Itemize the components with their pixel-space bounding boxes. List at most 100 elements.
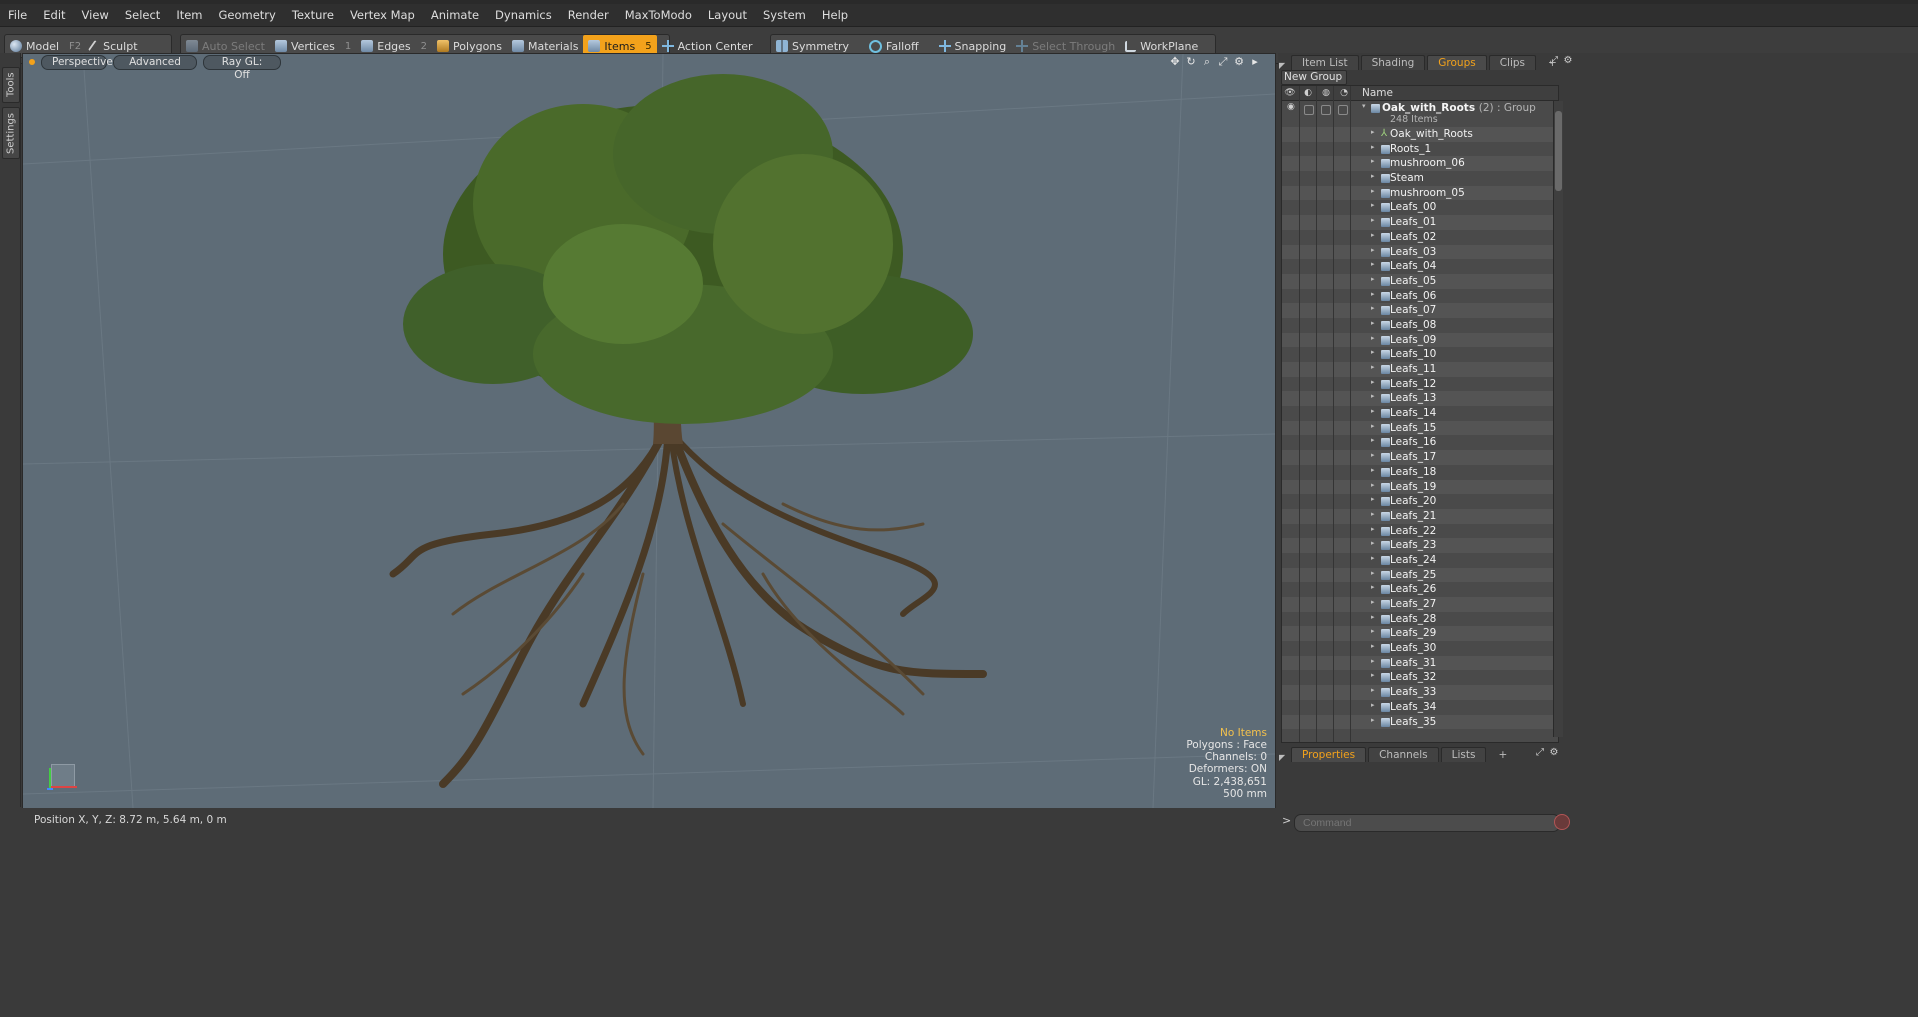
- list-item[interactable]: ▸ Leafs_35: [1282, 714, 1558, 730]
- expand-arrow-icon[interactable]: ▸: [1371, 348, 1375, 356]
- expand-arrow-icon[interactable]: ▸: [1371, 671, 1375, 679]
- menu-dynamics[interactable]: Dynamics: [487, 4, 560, 26]
- expand-arrow-icon[interactable]: ▸: [1371, 143, 1375, 151]
- list-item[interactable]: ▸ Leafs_00: [1282, 200, 1558, 215]
- list-item[interactable]: ▸ Leafs_06: [1282, 289, 1558, 304]
- list-item[interactable]: ▸ Leafs_01: [1282, 215, 1558, 230]
- list-item[interactable]: ▸ Roots_1: [1282, 142, 1558, 157]
- list-item[interactable]: ▸ Leafs_22: [1282, 524, 1558, 539]
- expand-arrow-icon[interactable]: ▸: [1371, 525, 1375, 533]
- list-item[interactable]: ▸ Leafs_03: [1282, 244, 1558, 260]
- list-item[interactable]: ▸ Leafs_28: [1282, 612, 1558, 627]
- tab-clips[interactable]: Clips: [1488, 55, 1537, 70]
- render-toggle[interactable]: [1304, 105, 1314, 115]
- panel-collapse-icon[interactable]: ◤: [1279, 61, 1291, 70]
- expand-arrow-icon[interactable]: ▸: [1371, 481, 1375, 489]
- expand-arrow-icon[interactable]: ▸: [1371, 495, 1375, 503]
- menu-select[interactable]: Select: [117, 4, 168, 26]
- expand-panel-icon[interactable]: ⤢: [1548, 55, 1560, 67]
- menu-item[interactable]: Item: [168, 4, 210, 26]
- list-item[interactable]: ▸ Leafs_26: [1282, 582, 1558, 597]
- expand-arrow-icon[interactable]: ▸: [1371, 642, 1375, 650]
- tools-tab[interactable]: Tools: [2, 67, 20, 103]
- play-icon[interactable]: ▸: [1249, 56, 1261, 68]
- expand-arrow-icon[interactable]: ▸: [1371, 613, 1375, 621]
- menu-geometry[interactable]: Geometry: [211, 4, 284, 26]
- expand-arrow-icon[interactable]: ▸: [1371, 216, 1375, 224]
- view-type-button[interactable]: Perspective: [41, 54, 113, 70]
- menu-system[interactable]: System: [755, 4, 814, 26]
- expand-arrow-icon[interactable]: ▸: [1371, 363, 1375, 371]
- tab-lists[interactable]: Lists: [1440, 747, 1487, 762]
- expand-arrow-icon[interactable]: ▸: [1371, 569, 1375, 577]
- list-item[interactable]: ▸ Leafs_08: [1282, 318, 1558, 333]
- menu-render[interactable]: Render: [560, 4, 617, 26]
- list-item[interactable]: ▸ Leafs_15: [1282, 420, 1558, 436]
- list-item[interactable]: ▸ Leafs_29: [1282, 626, 1558, 642]
- props-gear-icon[interactable]: ⚙: [1548, 747, 1560, 759]
- expand-arrow-icon[interactable]: ▸: [1371, 260, 1375, 268]
- list-item[interactable]: ▸ Leafs_13: [1282, 391, 1558, 407]
- tab-groups[interactable]: Groups: [1427, 55, 1487, 70]
- expand-arrow-icon[interactable]: ▸: [1371, 539, 1375, 547]
- list-item[interactable]: ▸ Leafs_14: [1282, 406, 1558, 421]
- list-item[interactable]: ▸ Leafs_11: [1282, 362, 1558, 377]
- list-item[interactable]: ▸ Leafs_33: [1282, 685, 1558, 700]
- expand-arrow-icon[interactable]: ▸: [1371, 392, 1375, 400]
- list-item[interactable]: ▸ Leafs_17: [1282, 450, 1558, 465]
- list-item[interactable]: ▸ Leafs_09: [1282, 332, 1558, 348]
- expand-arrow-icon[interactable]: ▸: [1371, 290, 1375, 298]
- lock-toggle[interactable]: [1321, 105, 1331, 115]
- expand-arrow-icon[interactable]: ▸: [1371, 378, 1375, 386]
- select-col-icon[interactable]: ◔: [1338, 87, 1350, 99]
- list-item[interactable]: ▸ Leafs_10: [1282, 347, 1558, 362]
- menu-animate[interactable]: Animate: [423, 4, 487, 26]
- list-item[interactable]: ▸ mushroom_06: [1282, 156, 1558, 172]
- expand-arrow-icon[interactable]: ▸: [1371, 422, 1375, 430]
- zoom-icon[interactable]: ⌕: [1201, 56, 1213, 68]
- rotate-icon[interactable]: ↻: [1185, 56, 1197, 68]
- collapse-arrow-icon[interactable]: ▾: [1362, 102, 1366, 110]
- expand-arrow-icon[interactable]: ▸: [1371, 128, 1375, 136]
- expand-arrow-icon[interactable]: ▸: [1371, 657, 1375, 665]
- menu-texture[interactable]: Texture: [284, 4, 342, 26]
- list-item[interactable]: ▸ Leafs_30: [1282, 641, 1558, 656]
- props-collapse-icon[interactable]: ◤: [1279, 753, 1291, 762]
- menu-help[interactable]: Help: [814, 4, 856, 26]
- visibility-eye-icon[interactable]: ◉: [1287, 103, 1297, 112]
- command-record-button[interactable]: [1554, 814, 1570, 830]
- expand-arrow-icon[interactable]: ▸: [1371, 436, 1375, 444]
- tab-channels[interactable]: Channels: [1368, 747, 1439, 762]
- expand-arrow-icon[interactable]: ▸: [1371, 172, 1375, 180]
- expand-arrow-icon[interactable]: ▸: [1371, 451, 1375, 459]
- expand-arrow-icon[interactable]: ▸: [1371, 275, 1375, 283]
- list-item[interactable]: ▸ Leafs_20: [1282, 494, 1558, 509]
- panel-gear-icon[interactable]: ⚙: [1562, 55, 1574, 67]
- props-expand-icon[interactable]: ⤢: [1534, 747, 1546, 759]
- menu-edit[interactable]: Edit: [35, 4, 73, 26]
- list-item[interactable]: ▸ Leafs_21: [1282, 508, 1558, 524]
- add-props-tab-button[interactable]: +: [1488, 748, 1517, 762]
- shading-style-button[interactable]: Advanced: [113, 54, 197, 70]
- lock-col-icon[interactable]: ◍: [1320, 87, 1332, 99]
- expand-arrow-icon[interactable]: ▸: [1371, 334, 1375, 342]
- expand-arrow-icon[interactable]: ▸: [1371, 187, 1375, 195]
- list-item[interactable]: ▸ Leafs_27: [1282, 597, 1558, 612]
- expand-arrow-icon[interactable]: ▸: [1371, 598, 1375, 606]
- command-input[interactable]: [1294, 814, 1560, 832]
- new-group-button[interactable]: New Group: [1281, 70, 1347, 85]
- list-item[interactable]: ▸ ⅄ Oak_with_Roots: [1282, 127, 1558, 142]
- name-column-header[interactable]: Name: [1362, 87, 1393, 99]
- 3d-viewport[interactable]: Perspective Advanced Ray GL: Off ✥ ↻ ⌕ ⤢…: [22, 53, 1276, 809]
- tab-properties[interactable]: Properties: [1291, 747, 1367, 762]
- list-item[interactable]: ▸ Leafs_12: [1282, 377, 1558, 392]
- expand-arrow-icon[interactable]: ▸: [1371, 627, 1375, 635]
- list-item[interactable]: ▸ Leafs_23: [1282, 538, 1558, 553]
- list-item[interactable]: ▸ Leafs_24: [1282, 553, 1558, 568]
- group-row[interactable]: ◉ ▾ Oak_with_Roots (2) : Group 248 Items: [1282, 101, 1558, 127]
- expand-arrow-icon[interactable]: ▸: [1371, 554, 1375, 562]
- tab-shading[interactable]: Shading: [1360, 55, 1426, 70]
- visibility-col-icon[interactable]: 👁: [1284, 87, 1296, 99]
- list-item[interactable]: ▸ mushroom_05: [1282, 185, 1558, 201]
- maximize-icon[interactable]: ⤢: [1217, 56, 1229, 68]
